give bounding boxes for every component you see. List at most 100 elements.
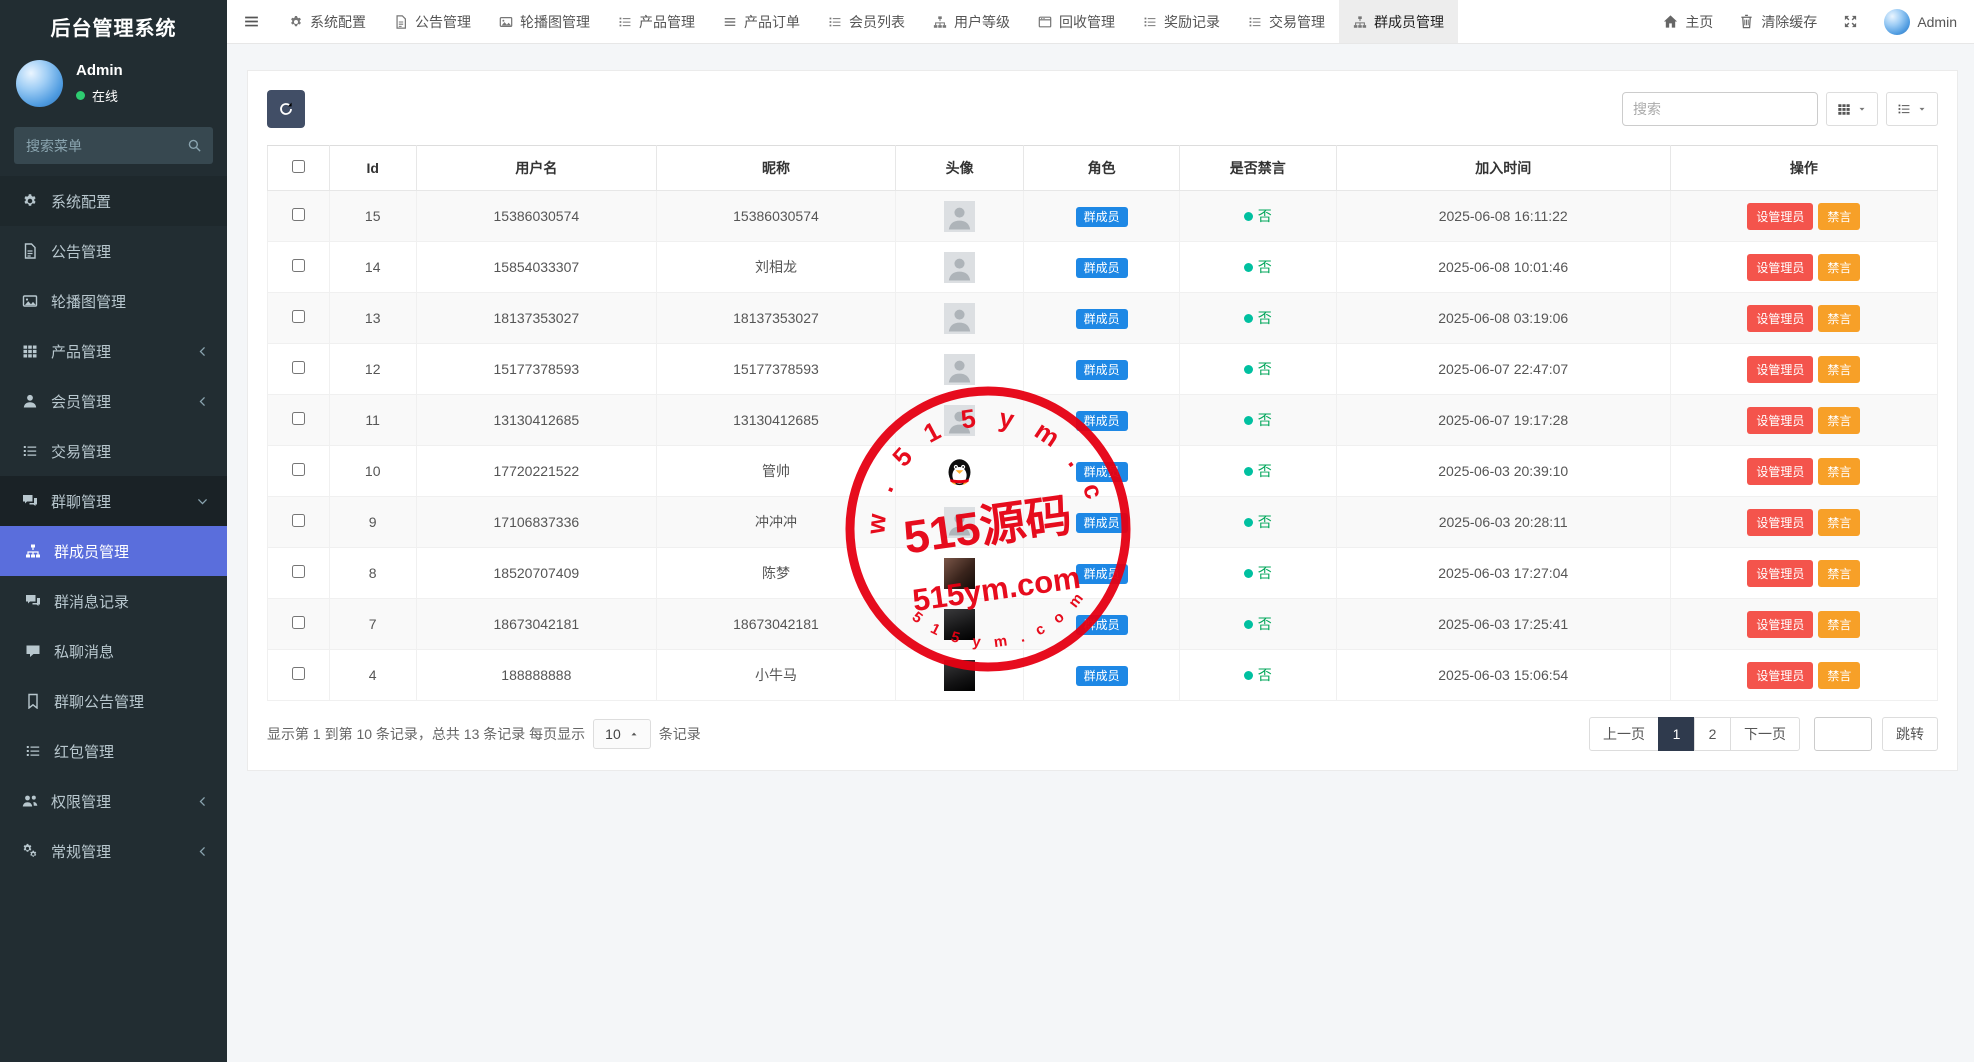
column-header: 头像 xyxy=(895,146,1024,191)
mute-button[interactable]: 禁言 xyxy=(1818,407,1860,434)
sidebar-item-red-packets[interactable]: 红包管理 xyxy=(0,726,227,776)
avatar xyxy=(16,60,63,107)
placeholder-avatar-icon xyxy=(944,201,975,232)
nav-tab-trade[interactable]: 交易管理 xyxy=(1234,0,1339,43)
fullscreen-button[interactable] xyxy=(1830,0,1871,43)
refresh-button[interactable] xyxy=(267,90,305,128)
mute-button[interactable]: 禁言 xyxy=(1818,662,1860,689)
navbar-right: 主页 清除缓存 Admin xyxy=(1650,0,1974,43)
mute-button[interactable]: 禁言 xyxy=(1818,560,1860,587)
clear-cache-label: 清除缓存 xyxy=(1761,12,1817,32)
set-admin-button[interactable]: 设管理员 xyxy=(1747,254,1813,281)
row-checkbox[interactable] xyxy=(292,361,305,374)
cell-nickname: 管帅 xyxy=(657,446,896,497)
nav-tab-system-config[interactable]: 系统配置 xyxy=(275,0,380,43)
row-checkbox[interactable] xyxy=(292,616,305,629)
mute-button[interactable]: 禁言 xyxy=(1818,254,1860,281)
nav-tab-member-list[interactable]: 会员列表 xyxy=(814,0,919,43)
cell-nickname: 刘相龙 xyxy=(657,242,896,293)
page-size-select[interactable]: 10 xyxy=(593,719,651,749)
set-admin-button[interactable]: 设管理员 xyxy=(1747,305,1813,332)
mute-status: 否 xyxy=(1244,563,1272,583)
sidebar-item-group-chat[interactable]: 群聊管理 xyxy=(0,476,227,526)
sidebar-item-announcement[interactable]: 公告管理 xyxy=(0,226,227,276)
caret-up-icon xyxy=(629,729,639,739)
page-button-2[interactable]: 2 xyxy=(1694,717,1731,751)
admin-menu[interactable]: Admin xyxy=(1871,0,1970,43)
export-button[interactable] xyxy=(1886,92,1938,126)
row-checkbox[interactable] xyxy=(292,208,305,221)
caret-down-icon xyxy=(1857,104,1867,114)
nav-tab-products[interactable]: 产品管理 xyxy=(604,0,709,43)
sidebar-item-members[interactable]: 会员管理 xyxy=(0,376,227,426)
mute-button[interactable]: 禁言 xyxy=(1818,509,1860,536)
sidebar-item-system-config[interactable]: 系统配置 xyxy=(0,176,227,226)
mute-button[interactable]: 禁言 xyxy=(1818,458,1860,485)
nav-tab-label: 会员列表 xyxy=(849,12,905,32)
mute-button[interactable]: 禁言 xyxy=(1818,611,1860,638)
next-page-button[interactable]: 下一页 xyxy=(1730,717,1800,751)
cell-id: 7 xyxy=(329,599,416,650)
nav-tab-carousel[interactable]: 轮播图管理 xyxy=(485,0,604,43)
clear-cache-link[interactable]: 清除缓存 xyxy=(1726,0,1830,43)
sidebar-item-transactions[interactable]: 交易管理 xyxy=(0,426,227,476)
home-link[interactable]: 主页 xyxy=(1650,0,1726,43)
window-icon xyxy=(1038,15,1052,29)
set-admin-button[interactable]: 设管理员 xyxy=(1747,509,1813,536)
set-admin-button[interactable]: 设管理员 xyxy=(1747,458,1813,485)
table-search-input[interactable] xyxy=(1622,92,1818,126)
row-checkbox[interactable] xyxy=(292,412,305,425)
row-checkbox[interactable] xyxy=(292,310,305,323)
content-area: Id用户名昵称头像角色是否禁言加入时间操作 15 15386030574 153… xyxy=(227,44,1974,1062)
set-admin-button[interactable]: 设管理员 xyxy=(1747,560,1813,587)
sidebar-item-label: 群聊公告管理 xyxy=(54,691,144,712)
row-checkbox[interactable] xyxy=(292,514,305,527)
columns-toggle-button[interactable] xyxy=(1826,92,1878,126)
row-checkbox[interactable] xyxy=(292,259,305,272)
prev-page-button[interactable]: 上一页 xyxy=(1589,717,1659,751)
sidebar-item-products[interactable]: 产品管理 xyxy=(0,326,227,376)
cell-id: 10 xyxy=(329,446,416,497)
document-icon xyxy=(394,15,408,29)
set-admin-button[interactable]: 设管理员 xyxy=(1747,611,1813,638)
jump-button[interactable]: 跳转 xyxy=(1882,717,1938,751)
cell-id: 8 xyxy=(329,548,416,599)
role-badge: 群成员 xyxy=(1076,360,1128,380)
row-checkbox[interactable] xyxy=(292,667,305,680)
sidebar-item-private-messages[interactable]: 私聊消息 xyxy=(0,626,227,676)
sidebar-item-group-messages[interactable]: 群消息记录 xyxy=(0,576,227,626)
mute-button[interactable]: 禁言 xyxy=(1818,305,1860,332)
nav-tab-announcement[interactable]: 公告管理 xyxy=(380,0,485,43)
sidebar-item-general[interactable]: 常规管理 xyxy=(0,826,227,876)
page-button-1[interactable]: 1 xyxy=(1658,717,1695,751)
mute-button[interactable]: 禁言 xyxy=(1818,356,1860,383)
nav-tab-recycle[interactable]: 回收管理 xyxy=(1024,0,1129,43)
sidebar-item-group-members[interactable]: 群成员管理 xyxy=(0,526,227,576)
member-row: 12 15177378593 15177378593 群成员 否 2025-06… xyxy=(268,344,1938,395)
sidebar-item-group-announcements[interactable]: 群聊公告管理 xyxy=(0,676,227,726)
mute-status: 否 xyxy=(1244,359,1272,379)
list-icon xyxy=(22,443,38,459)
cell-id: 13 xyxy=(329,293,416,344)
nav-tab-group-members[interactable]: 群成员管理 xyxy=(1339,0,1458,43)
jump-page-input[interactable] xyxy=(1814,717,1872,751)
row-checkbox[interactable] xyxy=(292,463,305,476)
cell-join-time: 2025-06-07 19:17:28 xyxy=(1336,395,1670,446)
set-admin-button[interactable]: 设管理员 xyxy=(1747,203,1813,230)
sidebar-item-permissions[interactable]: 权限管理 xyxy=(0,776,227,826)
nav-tab-product-orders[interactable]: 产品订单 xyxy=(709,0,814,43)
cell-username: 188888888 xyxy=(416,650,656,701)
menu-search-input[interactable] xyxy=(14,127,213,164)
nav-tab-rewards[interactable]: 奖励记录 xyxy=(1129,0,1234,43)
row-checkbox[interactable] xyxy=(292,565,305,578)
nav-tab-user-levels[interactable]: 用户等级 xyxy=(919,0,1024,43)
mute-button[interactable]: 禁言 xyxy=(1818,203,1860,230)
set-admin-button[interactable]: 设管理员 xyxy=(1747,356,1813,383)
sidebar-toggle-button[interactable] xyxy=(227,0,275,43)
sidebar-item-carousel[interactable]: 轮播图管理 xyxy=(0,276,227,326)
set-admin-button[interactable]: 设管理员 xyxy=(1747,662,1813,689)
placeholder-avatar-icon xyxy=(944,303,975,334)
sidebar-item-label: 群消息记录 xyxy=(54,591,129,612)
set-admin-button[interactable]: 设管理员 xyxy=(1747,407,1813,434)
select-all-checkbox[interactable] xyxy=(292,160,305,173)
